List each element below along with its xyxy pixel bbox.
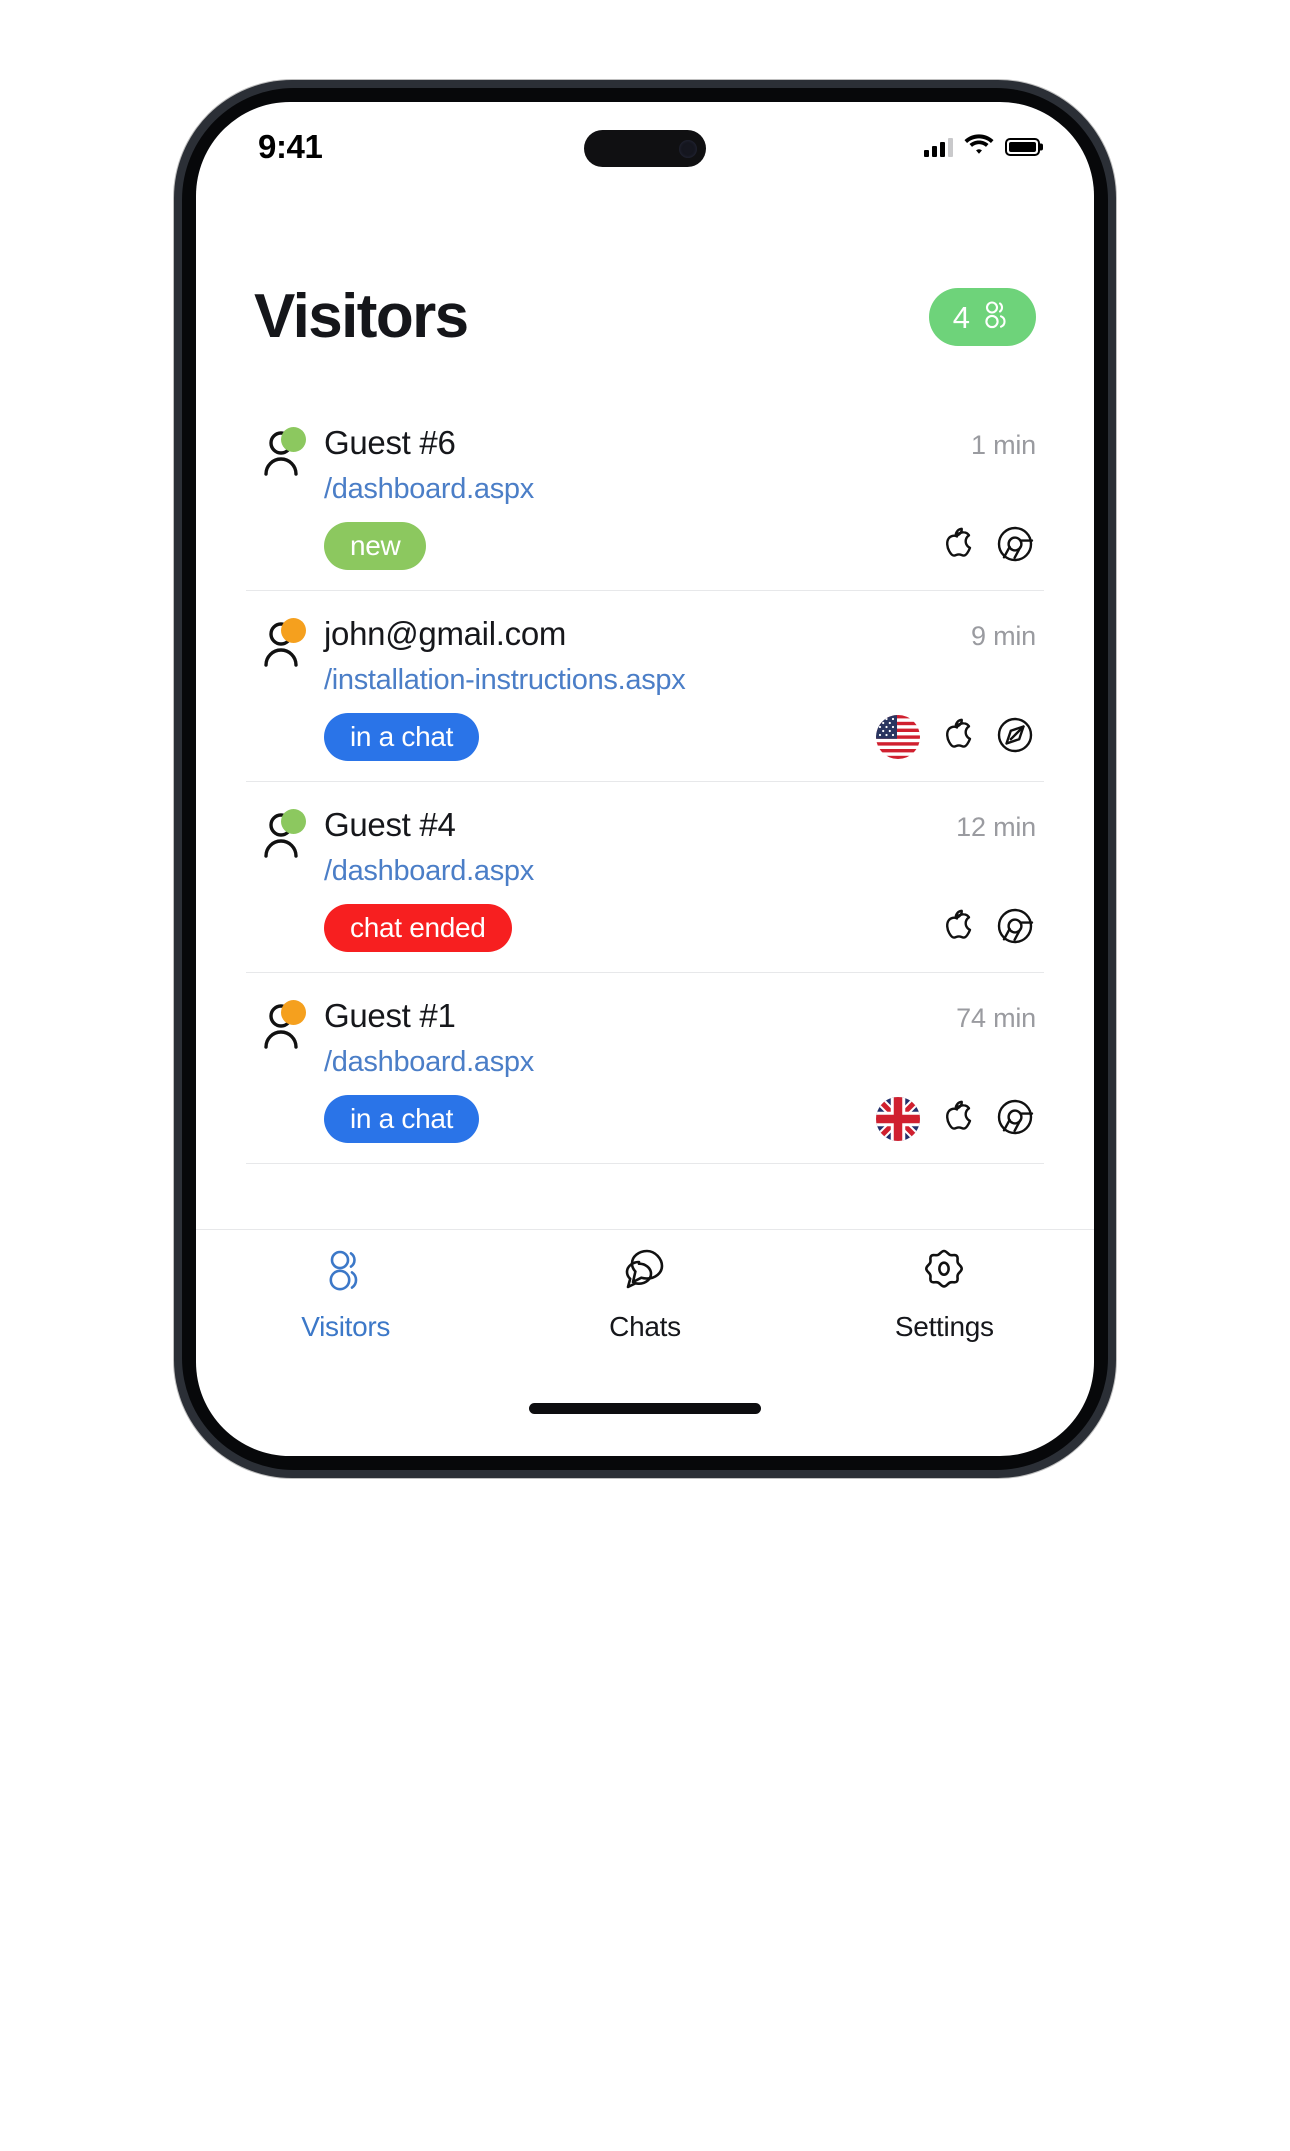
visitor-meta-icons <box>936 523 1036 570</box>
visitor-count-value: 4 <box>952 299 970 335</box>
tab-settings[interactable]: Settings <box>795 1245 1094 1343</box>
status-bar-clock: 9:41 <box>258 128 323 165</box>
avatar <box>254 808 308 862</box>
visitor-meta-icons <box>936 905 1036 952</box>
visitor-time: 1 min <box>970 430 1036 460</box>
app-header: Visitors 4 <box>196 252 1094 382</box>
status-dot <box>281 427 306 452</box>
cellular-signal-icon <box>924 137 953 157</box>
chrome-icon <box>994 523 1036 570</box>
status-dot <box>281 1000 306 1025</box>
flag-us-icon <box>876 715 920 759</box>
page-title: Visitors <box>254 282 469 351</box>
visitor-url[interactable]: /dashboard.aspx <box>324 855 1036 888</box>
dynamic-island <box>584 130 706 167</box>
screenshot-root: 9:41 Visitors 4 Guest #6 1 min /dashboar… <box>0 0 1290 2151</box>
tab-settings-label: Settings <box>894 1311 994 1342</box>
apple-icon <box>936 1096 978 1143</box>
visitor-name: Guest #6 <box>324 424 456 461</box>
visitor-time: 74 min <box>956 1003 1036 1033</box>
visitor-list: Guest #6 1 min /dashboard.aspx new john@… <box>196 400 1094 1164</box>
tab-chats[interactable]: Chats <box>495 1245 794 1343</box>
people-icon <box>320 1245 372 1302</box>
visitor-time: 9 min <box>970 621 1036 651</box>
chat-bubbles-icon <box>619 1245 671 1302</box>
visitor-url[interactable]: /installation-instructions.aspx <box>324 664 1036 697</box>
visitor-meta-icons <box>876 714 1036 761</box>
apple-icon <box>936 714 978 761</box>
table-row[interactable]: john@gmail.com 9 min /installation-instr… <box>246 591 1044 782</box>
people-icon <box>980 299 1012 336</box>
avatar <box>254 999 308 1053</box>
front-camera-icon <box>679 139 697 158</box>
visitor-url[interactable]: /dashboard.aspx <box>324 473 1036 506</box>
table-row[interactable]: Guest #6 1 min /dashboard.aspx new <box>246 400 1044 591</box>
chrome-icon <box>994 1096 1036 1143</box>
tab-visitors-label: Visitors <box>301 1311 391 1342</box>
chrome-icon <box>994 905 1036 952</box>
home-indicator[interactable] <box>529 1403 761 1414</box>
visitor-name: john@gmail.com <box>324 615 567 652</box>
apple-icon <box>936 905 978 952</box>
table-row[interactable]: Guest #4 12 min /dashboard.aspx chat end… <box>246 782 1044 973</box>
tab-visitors[interactable]: Visitors <box>196 1245 495 1343</box>
status-bar-indicators <box>924 133 1040 160</box>
status-bar: 9:41 <box>196 102 1094 194</box>
status-badge: in a chat <box>324 713 480 761</box>
phone-frame: 9:41 Visitors 4 Guest #6 1 min /dashboar… <box>174 80 1116 1478</box>
table-row[interactable]: Guest #1 74 min /dashboard.aspx in a cha… <box>246 973 1044 1164</box>
gear-icon <box>918 1245 970 1302</box>
flag-gb-icon <box>876 1097 920 1141</box>
avatar <box>254 426 308 480</box>
status-badge: in a chat <box>324 1095 480 1143</box>
apple-icon <box>936 523 978 570</box>
status-badge: new <box>324 522 427 570</box>
visitor-meta-icons <box>876 1096 1036 1143</box>
visitor-count-badge[interactable]: 4 <box>928 288 1036 346</box>
phone-screen: 9:41 Visitors 4 Guest #6 1 min /dashboar… <box>196 102 1094 1456</box>
avatar <box>254 617 308 671</box>
visitor-name: Guest #1 <box>324 997 456 1034</box>
status-badge: chat ended <box>324 904 512 952</box>
bottom-tab-bar: Visitors Chats Settings <box>196 1229 1094 1358</box>
visitor-url[interactable]: /dashboard.aspx <box>324 1046 1036 1079</box>
visitor-name: Guest #4 <box>324 806 456 843</box>
visitor-time: 12 min <box>956 812 1036 842</box>
battery-full-icon <box>1005 137 1040 156</box>
tab-chats-label: Chats <box>609 1311 681 1342</box>
status-dot <box>281 618 306 643</box>
status-dot <box>281 809 306 834</box>
wifi-icon <box>964 133 994 160</box>
safari-icon <box>994 714 1036 761</box>
